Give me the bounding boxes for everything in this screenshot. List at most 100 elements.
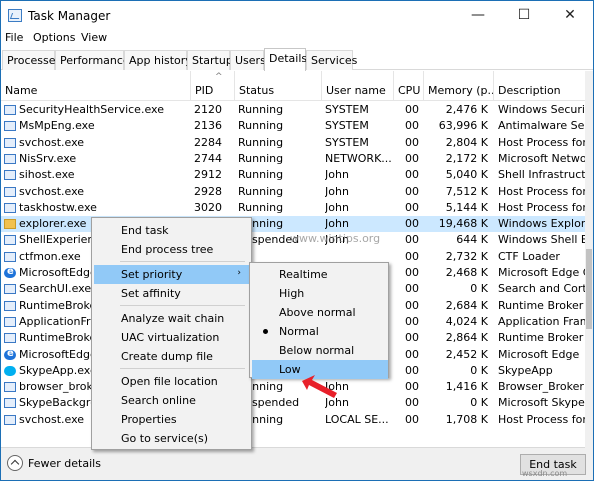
- cell-memory: 2,732 K: [445, 249, 488, 263]
- column-description[interactable]: Description: [494, 71, 593, 101]
- context-menu: End task End process tree Set priority ›…: [91, 217, 252, 450]
- process-row[interactable]: SecurityHealthService.exe 2120 Running SYST…: [1, 102, 585, 118]
- menu-uac-virtualization[interactable]: UAC virtualization: [94, 328, 249, 347]
- tab-services[interactable]: Services: [306, 50, 357, 70]
- cell-description: Microsoft Network: [498, 151, 585, 165]
- column-header: ^ Name PID Status User name CPU Memory (…: [1, 71, 593, 101]
- process-row[interactable]: svchost.exe 2928 Running John 00 7,512 K Host …: [1, 184, 585, 200]
- tab-bar: Processes Performance App history Startu…: [1, 48, 593, 71]
- process-row[interactable]: explorer.exe Running John 00 19,468 K Windows…: [1, 216, 585, 233]
- menu-separator: [120, 305, 245, 306]
- fewer-details-link[interactable]: Fewer details: [28, 457, 101, 470]
- cell-cpu: 00: [405, 217, 419, 231]
- scrollbar-thumb[interactable]: [586, 249, 592, 329]
- cell-pid: 2136: [194, 119, 222, 133]
- column-memory[interactable]: Memory (p...: [424, 71, 494, 101]
- priority-submenu: Realtime High Above normal Normal Below …: [249, 262, 389, 379]
- cell-pid: 3020: [194, 200, 222, 214]
- process-row[interactable]: sihost.exe 2912 Running John 00 5,040 K Shell …: [1, 167, 585, 183]
- footer-bar: Fewer details End task: [1, 448, 593, 480]
- cell-user: John: [325, 217, 349, 231]
- app-window-icon: [4, 202, 16, 213]
- tab-details[interactable]: Details: [264, 48, 307, 71]
- cell-memory: 19,468 K: [438, 217, 488, 231]
- process-row[interactable]: svchost.exe 2284 Running SYSTEM 00 2,804 K Hos…: [1, 135, 585, 151]
- tab-performance[interactable]: Performance: [55, 50, 130, 70]
- cell-description: Runtime Broker: [498, 331, 584, 345]
- tab-users[interactable]: Users: [230, 50, 266, 70]
- menu-create-dump-file[interactable]: Create dump file: [94, 347, 249, 366]
- red-arrow-pointer-icon: [302, 375, 337, 398]
- tab-app-history[interactable]: App history: [124, 50, 192, 70]
- cell-memory: 1,708 K: [445, 412, 488, 426]
- column-user-name[interactable]: User name: [322, 71, 394, 101]
- maximize-button[interactable]: ☐: [501, 1, 547, 30]
- app-window-icon: [4, 300, 16, 311]
- column-status[interactable]: Status: [235, 71, 322, 101]
- priority-realtime[interactable]: Realtime: [252, 265, 388, 284]
- priority-normal[interactable]: Normal: [252, 322, 388, 341]
- process-row[interactable]: MsMpEng.exe 2136 Running SYSTEM 00 63,996 K An…: [1, 118, 585, 134]
- cell-pid: 2912: [194, 168, 222, 182]
- app-window-icon: [4, 251, 16, 262]
- cell-description: Browser_Broker: [498, 380, 584, 394]
- cell-memory: 7,512 K: [445, 184, 488, 198]
- cell-status: Running: [238, 119, 284, 133]
- menu-set-affinity[interactable]: Set affinity: [94, 284, 249, 303]
- cell-description: Host Process for W: [498, 184, 585, 198]
- cell-cpu: 00: [405, 314, 419, 328]
- priority-below-normal[interactable]: Below normal: [252, 341, 388, 360]
- process-row[interactable]: SkypeBackgroun Suspended John 00 0 K Microsof…: [1, 395, 585, 411]
- menu-end-task[interactable]: End task: [94, 221, 249, 240]
- cell-user: NETWORK...: [325, 151, 392, 165]
- cell-status: Running: [238, 103, 284, 116]
- column-pid[interactable]: PID: [191, 71, 235, 101]
- cell-pid: 2120: [194, 103, 222, 116]
- cell-description: Search and Cortan: [498, 282, 585, 296]
- cell-status: Running: [238, 135, 284, 149]
- menu-properties[interactable]: Properties: [94, 410, 249, 429]
- close-button[interactable]: ✕: [547, 1, 593, 30]
- cell-description: Windows Shell Exp: [498, 233, 585, 247]
- cell-name: SecurityHealthService.exe: [19, 103, 164, 116]
- cell-description: Windows Explorer: [498, 217, 585, 231]
- process-row[interactable]: browser_broker. Running John 00 1,416 K Brows…: [1, 379, 585, 395]
- process-row[interactable]: taskhostw.exe 3020 Running John 00 5,144 K Hos…: [1, 200, 585, 216]
- menu-analyze-wait-chain[interactable]: Analyze wait chain: [94, 309, 249, 328]
- cell-name: taskhostw.exe: [19, 200, 97, 214]
- cell-user: SYSTEM: [325, 103, 369, 116]
- menu-file[interactable]: File: [5, 31, 23, 44]
- tab-startup[interactable]: Startup: [187, 50, 233, 70]
- cell-description: Microsoft Edge: [498, 347, 580, 361]
- tab-processes[interactable]: Processes: [2, 50, 61, 70]
- minimize-button[interactable]: —: [455, 1, 501, 30]
- cell-cpu: 00: [405, 363, 419, 377]
- cell-description: CTF Loader: [498, 249, 560, 263]
- menu-end-process-tree[interactable]: End process tree: [94, 240, 249, 259]
- cell-user: SYSTEM: [325, 119, 369, 133]
- watermark-bottom: wsxdn.com: [522, 469, 568, 478]
- cell-description: Shell Infrastructure: [498, 168, 585, 182]
- cell-description: Antimalware Servic: [498, 119, 585, 133]
- process-row[interactable]: svchost.exe Running LOCAL SE... 00 1,708 K Ho…: [1, 412, 585, 428]
- menu-view[interactable]: View: [81, 31, 107, 44]
- menu-open-file-location[interactable]: Open file location: [94, 372, 249, 391]
- app-window-icon: [4, 105, 16, 115]
- column-cpu[interactable]: CPU: [394, 71, 424, 101]
- cell-description: SkypeApp: [498, 363, 553, 377]
- menu-set-priority[interactable]: Set priority ›: [94, 265, 249, 284]
- menu-options[interactable]: Options: [33, 31, 75, 44]
- cell-memory: 5,040 K: [445, 168, 488, 182]
- cell-cpu: 00: [405, 184, 419, 198]
- column-name[interactable]: Name: [1, 71, 191, 101]
- cell-description: Application Frame: [498, 314, 585, 328]
- cell-name: svchost.exe: [19, 135, 85, 149]
- priority-above-normal[interactable]: Above normal: [252, 303, 388, 322]
- chevron-up-circle-icon[interactable]: [7, 455, 23, 471]
- priority-high[interactable]: High: [252, 284, 388, 303]
- process-row[interactable]: NisSrv.exe 2744 Running NETWORK... 00 2,172 K…: [1, 151, 585, 167]
- menu-search-online[interactable]: Search online: [94, 391, 249, 410]
- menu-separator: [120, 261, 245, 262]
- vertical-scrollbar[interactable]: [585, 71, 593, 448]
- menu-go-to-services[interactable]: Go to service(s): [94, 429, 249, 448]
